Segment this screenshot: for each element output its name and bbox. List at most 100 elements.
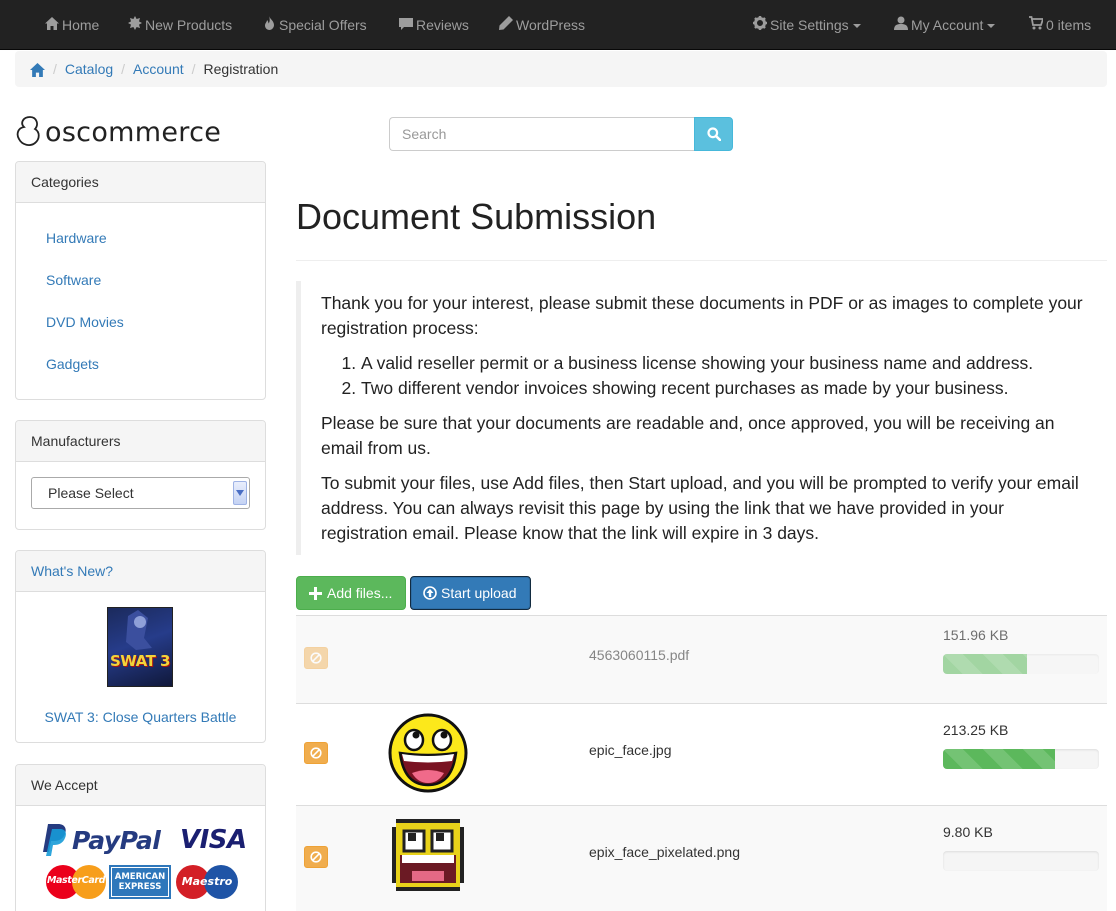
top-navbar: Home New Products Special Offers Reviews…: [0, 0, 1116, 50]
nav-site-settings[interactable]: Site Settings: [753, 0, 861, 50]
nav-reviews-label: Reviews: [416, 17, 469, 33]
search-button[interactable]: [694, 117, 733, 151]
epic-face-thumbnail: [388, 713, 468, 793]
store-logo[interactable]: oscommerce: [16, 114, 221, 150]
breadcrumb-separator: /: [53, 61, 57, 77]
nav-home[interactable]: Home: [45, 0, 99, 50]
upload-file-table: 4563060115.pdf 151.96 KB epic_face.jpg 2…: [296, 615, 1107, 911]
requirement-item: A valid reseller permit or a business li…: [361, 351, 1087, 376]
upload-progress: [943, 851, 1099, 871]
ban-icon: [310, 851, 322, 863]
cancel-upload-button[interactable]: [304, 846, 328, 868]
page-title: Document Submission: [296, 196, 657, 237]
logo-text: oscommerce: [45, 116, 222, 148]
breadcrumb-catalog[interactable]: Catalog: [65, 61, 113, 77]
add-files-label: Add files...: [327, 585, 393, 601]
categories-panel: Categories Hardware Software DVD Movies …: [15, 161, 266, 400]
search-input[interactable]: [389, 117, 694, 151]
pixelated-face-thumbnail: [392, 819, 464, 891]
title-divider: [296, 260, 1107, 261]
home-icon: [30, 63, 45, 78]
nav-cart-label: 0 items: [1046, 17, 1092, 33]
category-hardware[interactable]: Hardware: [46, 230, 107, 246]
categories-heading: Categories: [16, 162, 265, 203]
we-accept-heading: We Accept: [16, 765, 265, 806]
category-dvd-movies[interactable]: DVD Movies: [46, 314, 124, 330]
nav-special-offers-label: Special Offers: [279, 17, 367, 33]
pencil-icon: [499, 0, 513, 50]
ban-icon: [310, 652, 322, 664]
breadcrumb-separator: /: [191, 61, 196, 77]
mastercard-text: MasterCard: [46, 875, 106, 886]
category-gadgets[interactable]: Gadgets: [46, 356, 99, 372]
nav-new-products[interactable]: New Products: [128, 0, 232, 50]
paypal-icon: [43, 824, 66, 856]
file-row: epix_face_pixelated.png 9.80 KB: [296, 805, 1107, 911]
caret-down-icon: [852, 24, 861, 29]
home-icon: [45, 0, 59, 50]
breadcrumb-current: Registration: [203, 61, 279, 77]
start-upload-button[interactable]: Start upload: [410, 576, 531, 610]
nav-wordpress-label: WordPress: [516, 17, 585, 33]
nav-home-label: Home: [62, 17, 100, 33]
chevron-down-icon: [233, 481, 247, 505]
nav-cart[interactable]: 0 items: [1029, 0, 1091, 50]
cog-icon: [753, 0, 767, 50]
upload-circle-icon: [423, 586, 437, 600]
add-files-button[interactable]: Add files...: [296, 576, 406, 610]
whats-new-product-link[interactable]: SWAT 3: Close Quarters Battle: [16, 709, 265, 725]
certificate-icon: [128, 0, 142, 50]
plus-icon: [309, 586, 322, 600]
file-name: 4563060115.pdf: [589, 647, 690, 663]
we-accept-panel: We Accept PayPal VISA MasterCard AMERICA…: [15, 764, 266, 911]
upload-progress-fill: [943, 654, 1028, 674]
start-upload-label: Start upload: [441, 585, 517, 601]
upload-progress: [943, 749, 1099, 769]
nav-reviews[interactable]: Reviews: [399, 0, 469, 50]
instructions-blockquote: Thank you for your interest, please subm…: [296, 281, 1107, 555]
file-name: epic_face.jpg: [589, 742, 672, 758]
whats-new-panel: What's New? SWAT 3 SWAT 3: Close Quarter…: [15, 550, 266, 743]
nav-special-offers[interactable]: Special Offers: [262, 0, 367, 50]
intro-text: Thank you for your interest, please subm…: [321, 293, 1083, 338]
manufacturers-selected: Please Select: [48, 485, 134, 501]
comment-icon: [399, 0, 413, 50]
readability-note: Please be sure that your documents are r…: [321, 413, 1055, 458]
box-art-title: SWAT 3: [109, 652, 171, 670]
ban-icon: [310, 747, 322, 759]
amex-logo: AMERICAN EXPRESS: [109, 865, 171, 899]
paypal-logo: PayPal: [42, 823, 161, 857]
breadcrumb-home[interactable]: [30, 63, 45, 78]
cancel-upload-button[interactable]: [304, 742, 328, 764]
nav-my-account[interactable]: My Account: [894, 0, 996, 50]
product-image[interactable]: SWAT 3: [107, 607, 173, 687]
requirement-item: Two different vendor invoices showing re…: [361, 376, 1087, 401]
breadcrumb-separator: /: [121, 61, 126, 77]
upload-progress-fill: [943, 749, 1056, 769]
maestro-text: Maestro: [181, 875, 233, 888]
file-size: 213.25 KB: [943, 722, 1009, 738]
category-item: Gadgets: [46, 343, 265, 385]
paypal-text: PayPal: [72, 825, 161, 855]
category-list: Hardware Software DVD Movies Gadgets: [16, 203, 265, 385]
visa-logo: VISA: [180, 825, 247, 855]
breadcrumb-account[interactable]: Account: [133, 61, 184, 77]
whats-new-heading[interactable]: What's New?: [16, 551, 265, 592]
caret-down-icon: [987, 24, 996, 29]
manufacturers-select[interactable]: Please Select: [31, 477, 250, 509]
upload-progress: [943, 654, 1099, 674]
search-bar: [389, 117, 733, 151]
requirements-list: A valid reseller permit or a business li…: [361, 351, 1087, 401]
file-name: epix_face_pixelated.png: [589, 844, 741, 860]
fire-icon: [262, 0, 276, 50]
category-item: Software: [46, 259, 265, 301]
upload-instructions: To submit your files, use Add files, the…: [321, 473, 1079, 543]
category-software[interactable]: Software: [46, 272, 101, 288]
file-size: 151.96 KB: [943, 627, 1009, 643]
manufacturers-select-wrap: Please Select: [16, 462, 265, 524]
cancel-upload-button[interactable]: [304, 647, 328, 669]
nav-new-products-label: New Products: [145, 17, 233, 33]
category-item: DVD Movies: [46, 301, 265, 343]
nav-wordpress[interactable]: WordPress: [499, 0, 585, 50]
category-item: Hardware: [46, 217, 265, 259]
